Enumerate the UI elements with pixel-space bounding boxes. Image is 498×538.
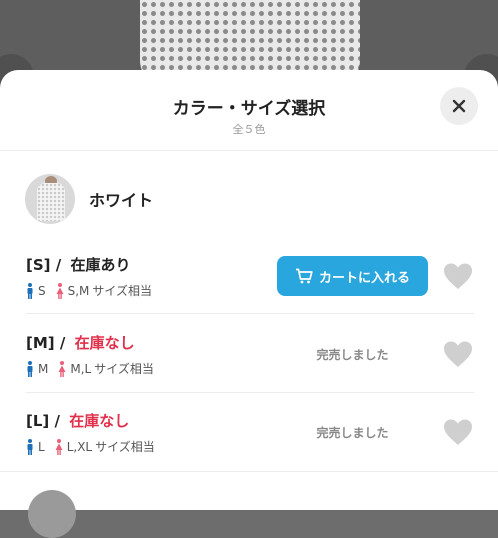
size-row-m: [M] / 在庫なし M M,L サイズ相当 完売しました: [0, 324, 498, 402]
add-to-cart-button[interactable]: カートに入れる: [277, 256, 428, 296]
heart-icon[interactable]: [443, 262, 473, 290]
male-person-icon: [27, 282, 33, 299]
close-button[interactable]: [440, 87, 478, 125]
color-thumbnail: [25, 174, 75, 224]
female-size: S,M: [67, 283, 90, 298]
female-person-icon: [56, 282, 64, 299]
size-code: [L] /: [26, 412, 60, 430]
close-icon: [452, 99, 466, 113]
size-fit-info: S S,M サイズ相当: [26, 282, 152, 299]
male-size: S: [38, 283, 46, 298]
color-count-subtitle: 全５色: [232, 123, 266, 136]
color-size-sheet: カラー・サイズ選択 全５色 ホワイト [S] / 在庫あり S S,M サイズ相…: [0, 70, 498, 538]
female-person-icon: [58, 360, 66, 377]
size-fit-info: M M,L サイズ相当: [26, 360, 154, 377]
size-label: [S] / 在庫あり: [26, 254, 130, 275]
sold-out-label: 完売しました: [316, 348, 389, 362]
size-fit-info: L L,XL サイズ相当: [26, 438, 155, 455]
female-size: M,L: [70, 361, 92, 376]
fit-suffix: サイズ相当: [92, 284, 153, 298]
size-label: [L] / 在庫なし: [26, 410, 129, 431]
sheet-title: カラー・サイズ選択: [172, 99, 326, 119]
header-divider: [0, 150, 498, 151]
row-divider: [26, 392, 474, 393]
fit-suffix: サイズ相当: [95, 440, 155, 454]
color-name: ホワイト: [89, 191, 154, 210]
male-person-icon: [27, 360, 33, 377]
fit-suffix: サイズ相当: [94, 362, 154, 376]
size-code: [M] /: [26, 334, 66, 352]
sold-out-label: 完売しました: [316, 426, 389, 440]
cart-icon: [295, 268, 313, 284]
female-person-icon: [55, 438, 63, 455]
stock-status: 在庫なし: [74, 334, 135, 352]
next-color-thumbnail: [28, 490, 76, 538]
male-size: M: [38, 361, 49, 376]
size-row-l: [L] / 在庫なし L L,XL サイズ相当 完売しました: [0, 402, 498, 480]
heart-icon[interactable]: [443, 418, 473, 446]
add-to-cart-label: カートに入れる: [318, 270, 410, 286]
color-header: ホワイト: [25, 174, 153, 224]
heart-icon[interactable]: [443, 340, 473, 368]
row-divider: [26, 313, 474, 314]
female-size: L,XL: [66, 439, 93, 454]
color-section-divider: [0, 471, 498, 472]
size-label: [M] / 在庫なし: [26, 332, 135, 353]
stock-status: 在庫あり: [70, 256, 131, 274]
size-code: [S] /: [26, 256, 62, 274]
stock-status: 在庫なし: [69, 412, 130, 430]
male-size: L: [38, 439, 45, 454]
male-person-icon: [27, 438, 33, 455]
